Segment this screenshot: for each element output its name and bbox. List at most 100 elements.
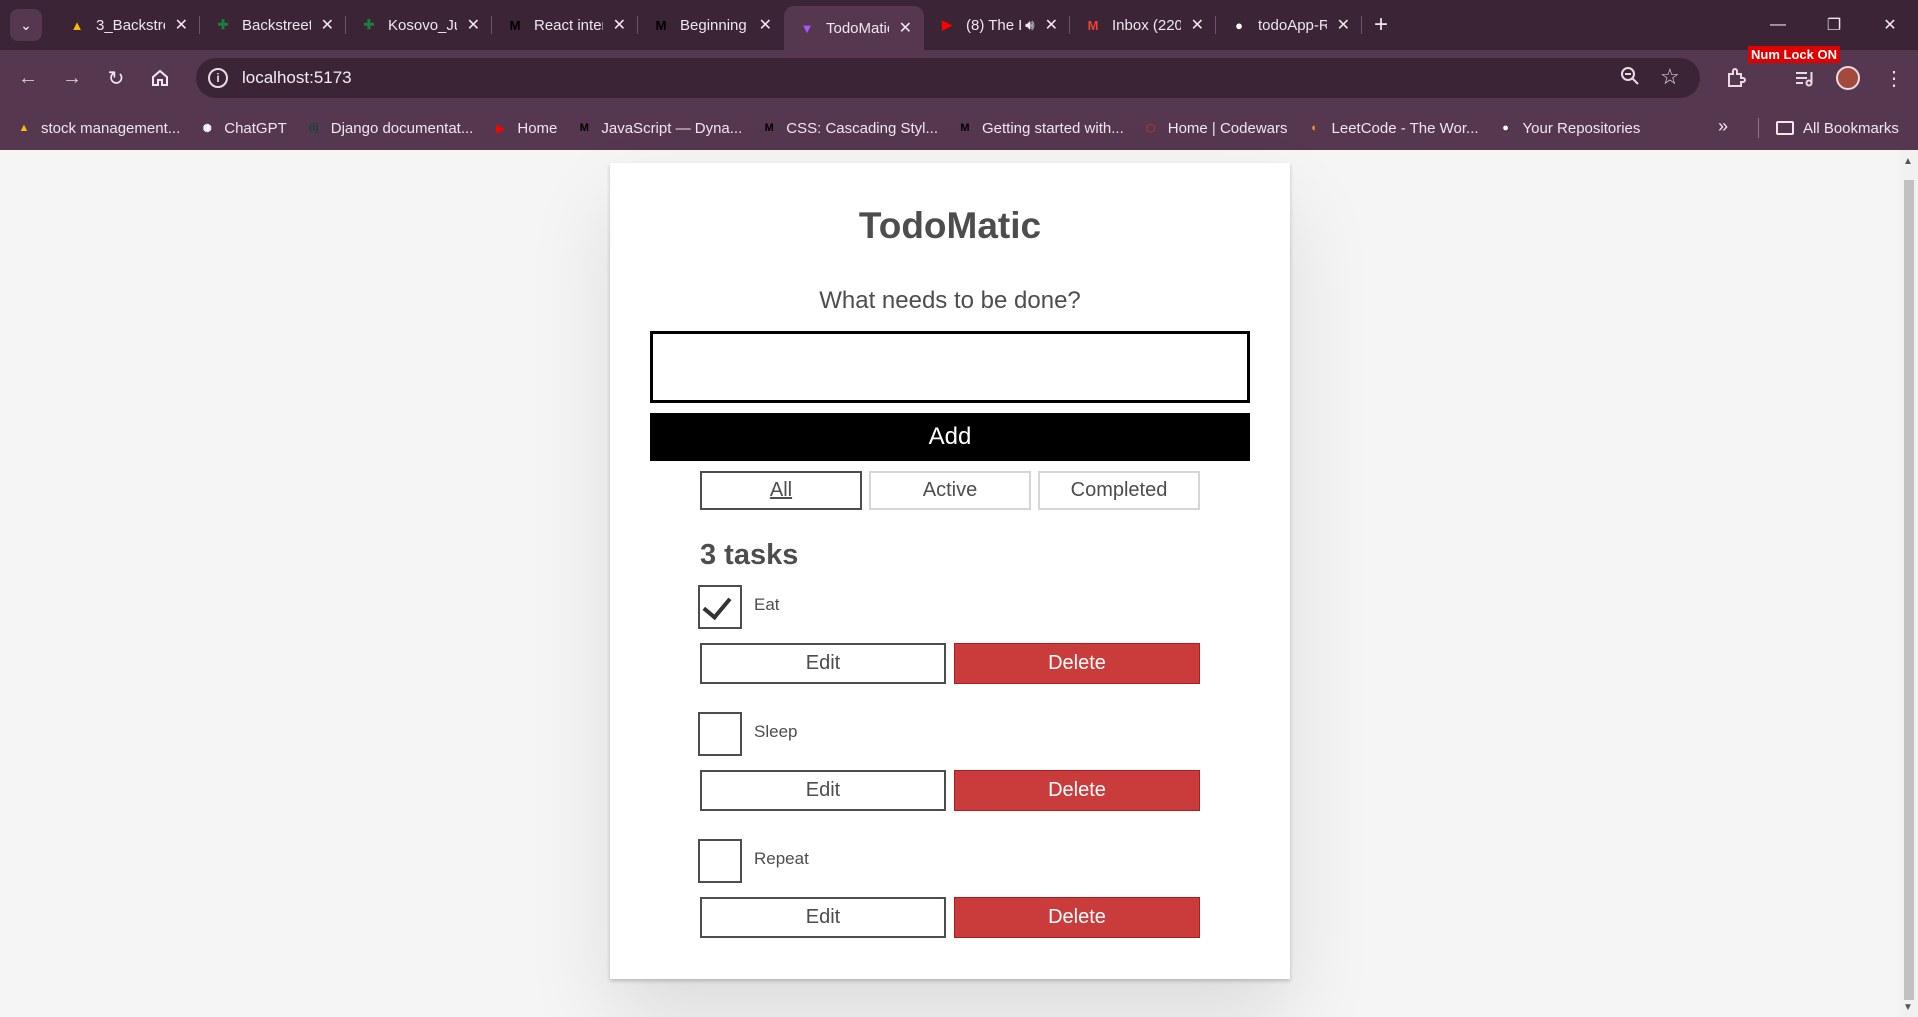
edit-button[interactable]: Edit [700, 643, 946, 684]
vite-icon: ▼ [800, 20, 814, 36]
todo-checkbox[interactable] [698, 712, 742, 756]
mdn-icon: M [960, 122, 970, 134]
browser-tab[interactable]: ▼ TodoMatic ✕ [784, 6, 924, 50]
media-controls-icon[interactable] [1788, 62, 1820, 94]
url-text[interactable]: localhost:5173 [242, 68, 352, 88]
browser-tab[interactable]: M React interact ✕ [492, 0, 638, 50]
leetcode-icon: ◐ [1311, 122, 1318, 134]
browser-tab[interactable]: ▲ 3_Backstreet ✕ [54, 0, 200, 50]
browser-toolbar: ← → ↻ i localhost:5173 ☆ ⋮ [0, 50, 1918, 106]
codewars-icon: ⬡ [1145, 122, 1156, 135]
bookmark-item[interactable]: M JavaScript — Dyna... [566, 119, 751, 137]
mdn-icon: M [509, 17, 521, 33]
bookmark-label: Home | Codewars [1167, 119, 1288, 137]
bookmark-label: Home [517, 119, 558, 137]
filter-completed-button[interactable]: Completed [1038, 471, 1200, 510]
browser-tab[interactable]: ▶ (8) The B🔊︎ ✕ [924, 0, 1070, 50]
bookmark-item[interactable]: dj Django documentat... [296, 119, 483, 137]
browser-tab[interactable]: M Beginning ou ✕ [638, 0, 784, 50]
scroll-up-icon[interactable]: ▲ [1903, 156, 1913, 167]
site-info-icon[interactable]: i [208, 68, 228, 88]
todo-item-sleep: Sleep Edit Delete [698, 712, 1218, 832]
tab-title: (8) The B [966, 16, 1021, 34]
profile-avatar[interactable] [1836, 66, 1860, 90]
close-tab-icon[interactable]: ✕ [467, 15, 480, 35]
restore-button[interactable]: ❐ [1806, 0, 1862, 50]
tasks-count-heading: 3 tasks [700, 539, 799, 571]
arrow-right-icon: → [62, 66, 82, 89]
new-tab-button[interactable]: + [1374, 11, 1388, 39]
home-icon [152, 69, 168, 86]
bookmark-star-icon[interactable]: ☆ [1660, 64, 1680, 90]
bookmark-item[interactable]: ◐ LeetCode - The Wor... [1297, 119, 1488, 137]
delete-button[interactable]: Delete [954, 770, 1200, 811]
add-button[interactable]: Add [650, 413, 1250, 461]
close-tab-icon[interactable]: ✕ [1045, 15, 1058, 35]
more-bookmarks-icon[interactable]: » [1718, 116, 1728, 137]
tab-strip: ⌄ ▲ 3_Backstreet ✕ ✚ Backstreet_Ju ✕ ✚ Kosovo_J… [0, 0, 1918, 50]
zoom-icon[interactable] [1620, 66, 1640, 92]
filter-active-button[interactable]: Active [869, 471, 1031, 510]
all-bookmarks-button[interactable]: All Bookmarks [1776, 106, 1899, 150]
filter-all-button[interactable]: All [700, 471, 862, 510]
speaker-icon[interactable]: 🔊︎ [1025, 17, 1034, 34]
new-todo-label: What needs to be done? [819, 287, 1081, 314]
todo-label[interactable]: Eat [754, 595, 780, 615]
bookmark-item[interactable]: ✺ ChatGPT [189, 119, 296, 137]
close-window-button[interactable]: ✕ [1862, 0, 1918, 50]
github-icon: ● [1235, 17, 1243, 33]
close-tab-icon[interactable]: ✕ [899, 18, 912, 38]
back-button[interactable]: ← [12, 62, 44, 94]
extensions-icon[interactable] [1720, 62, 1752, 94]
page-scrollbar[interactable]: ▲ ▼ [1900, 150, 1918, 1017]
github-icon: ● [1502, 122, 1509, 134]
close-tab-icon[interactable]: ✕ [613, 15, 626, 35]
google-drive-icon: ▲ [70, 17, 84, 33]
app-title: TodoMatic [858, 205, 1042, 246]
bookmark-item[interactable]: M Getting started with... [947, 119, 1133, 137]
close-tab-icon[interactable]: ✕ [321, 15, 334, 35]
home-button[interactable] [144, 62, 176, 94]
delete-button[interactable]: Delete [954, 897, 1200, 938]
close-tab-icon[interactable]: ✕ [175, 15, 188, 35]
reload-button[interactable]: ↻ [100, 62, 132, 94]
edit-button[interactable]: Edit [700, 897, 946, 938]
tab-search-button[interactable]: ⌄ [10, 9, 42, 41]
bookmark-item[interactable]: ▶ Home [482, 119, 566, 137]
bookmark-item[interactable]: M CSS: Cascading Styl... [751, 119, 947, 137]
tab-title: 3_Backstreet [96, 16, 165, 34]
delete-button[interactable]: Delete [954, 643, 1200, 684]
todo-label[interactable]: Sleep [754, 722, 797, 742]
scroll-down-icon[interactable]: ▼ [1903, 1002, 1913, 1013]
bookmark-item[interactable]: ⬡ Home | Codewars [1133, 119, 1297, 137]
scrollbar-thumb[interactable] [1904, 180, 1914, 1000]
close-tab-icon[interactable]: ✕ [759, 15, 772, 35]
bookmarks-bar: ▲ stock management... ✺ ChatGPT dj Django doc… [0, 106, 1918, 150]
todo-checkbox[interactable] [698, 585, 742, 629]
minimize-icon: — [1770, 16, 1786, 33]
todo-app: TodoMatic What needs to be done? Add All… [610, 163, 1290, 979]
forward-button[interactable]: → [56, 62, 88, 94]
edit-button[interactable]: Edit [700, 770, 946, 811]
tab-title: Kosovo_July2 [388, 16, 457, 34]
tab-title: todoApp-Re [1258, 16, 1327, 34]
browser-tab[interactable]: ● todoApp-Re ✕ [1216, 0, 1362, 50]
restore-icon: ❐ [1826, 17, 1842, 34]
close-tab-icon[interactable]: ✕ [1191, 15, 1204, 35]
close-tab-icon[interactable]: ✕ [1337, 15, 1350, 35]
browser-tab[interactable]: M Inbox (220) - ✕ [1070, 0, 1216, 50]
todo-checkbox[interactable] [698, 839, 742, 883]
browser-tab[interactable]: ✚ Kosovo_July2 ✕ [346, 0, 492, 50]
bookmark-label: JavaScript — Dyna... [601, 119, 743, 137]
bookmark-item[interactable]: ● Your Repositories [1488, 119, 1650, 137]
minimize-button[interactable]: — [1750, 0, 1806, 50]
mdn-icon: M [764, 122, 774, 134]
new-todo-input[interactable] [650, 331, 1250, 403]
todo-label[interactable]: Repeat [754, 849, 809, 869]
youtube-icon: ▶ [942, 17, 952, 32]
todo-item-repeat: Repeat Edit Delete [698, 839, 1218, 959]
browser-tab[interactable]: ✚ Backstreet_Ju ✕ [200, 0, 346, 50]
bookmark-item[interactable]: ▲ stock management... [6, 119, 189, 137]
address-bar[interactable]: i localhost:5173 ☆ [196, 58, 1700, 98]
more-menu-icon[interactable]: ⋮ [1878, 62, 1910, 94]
